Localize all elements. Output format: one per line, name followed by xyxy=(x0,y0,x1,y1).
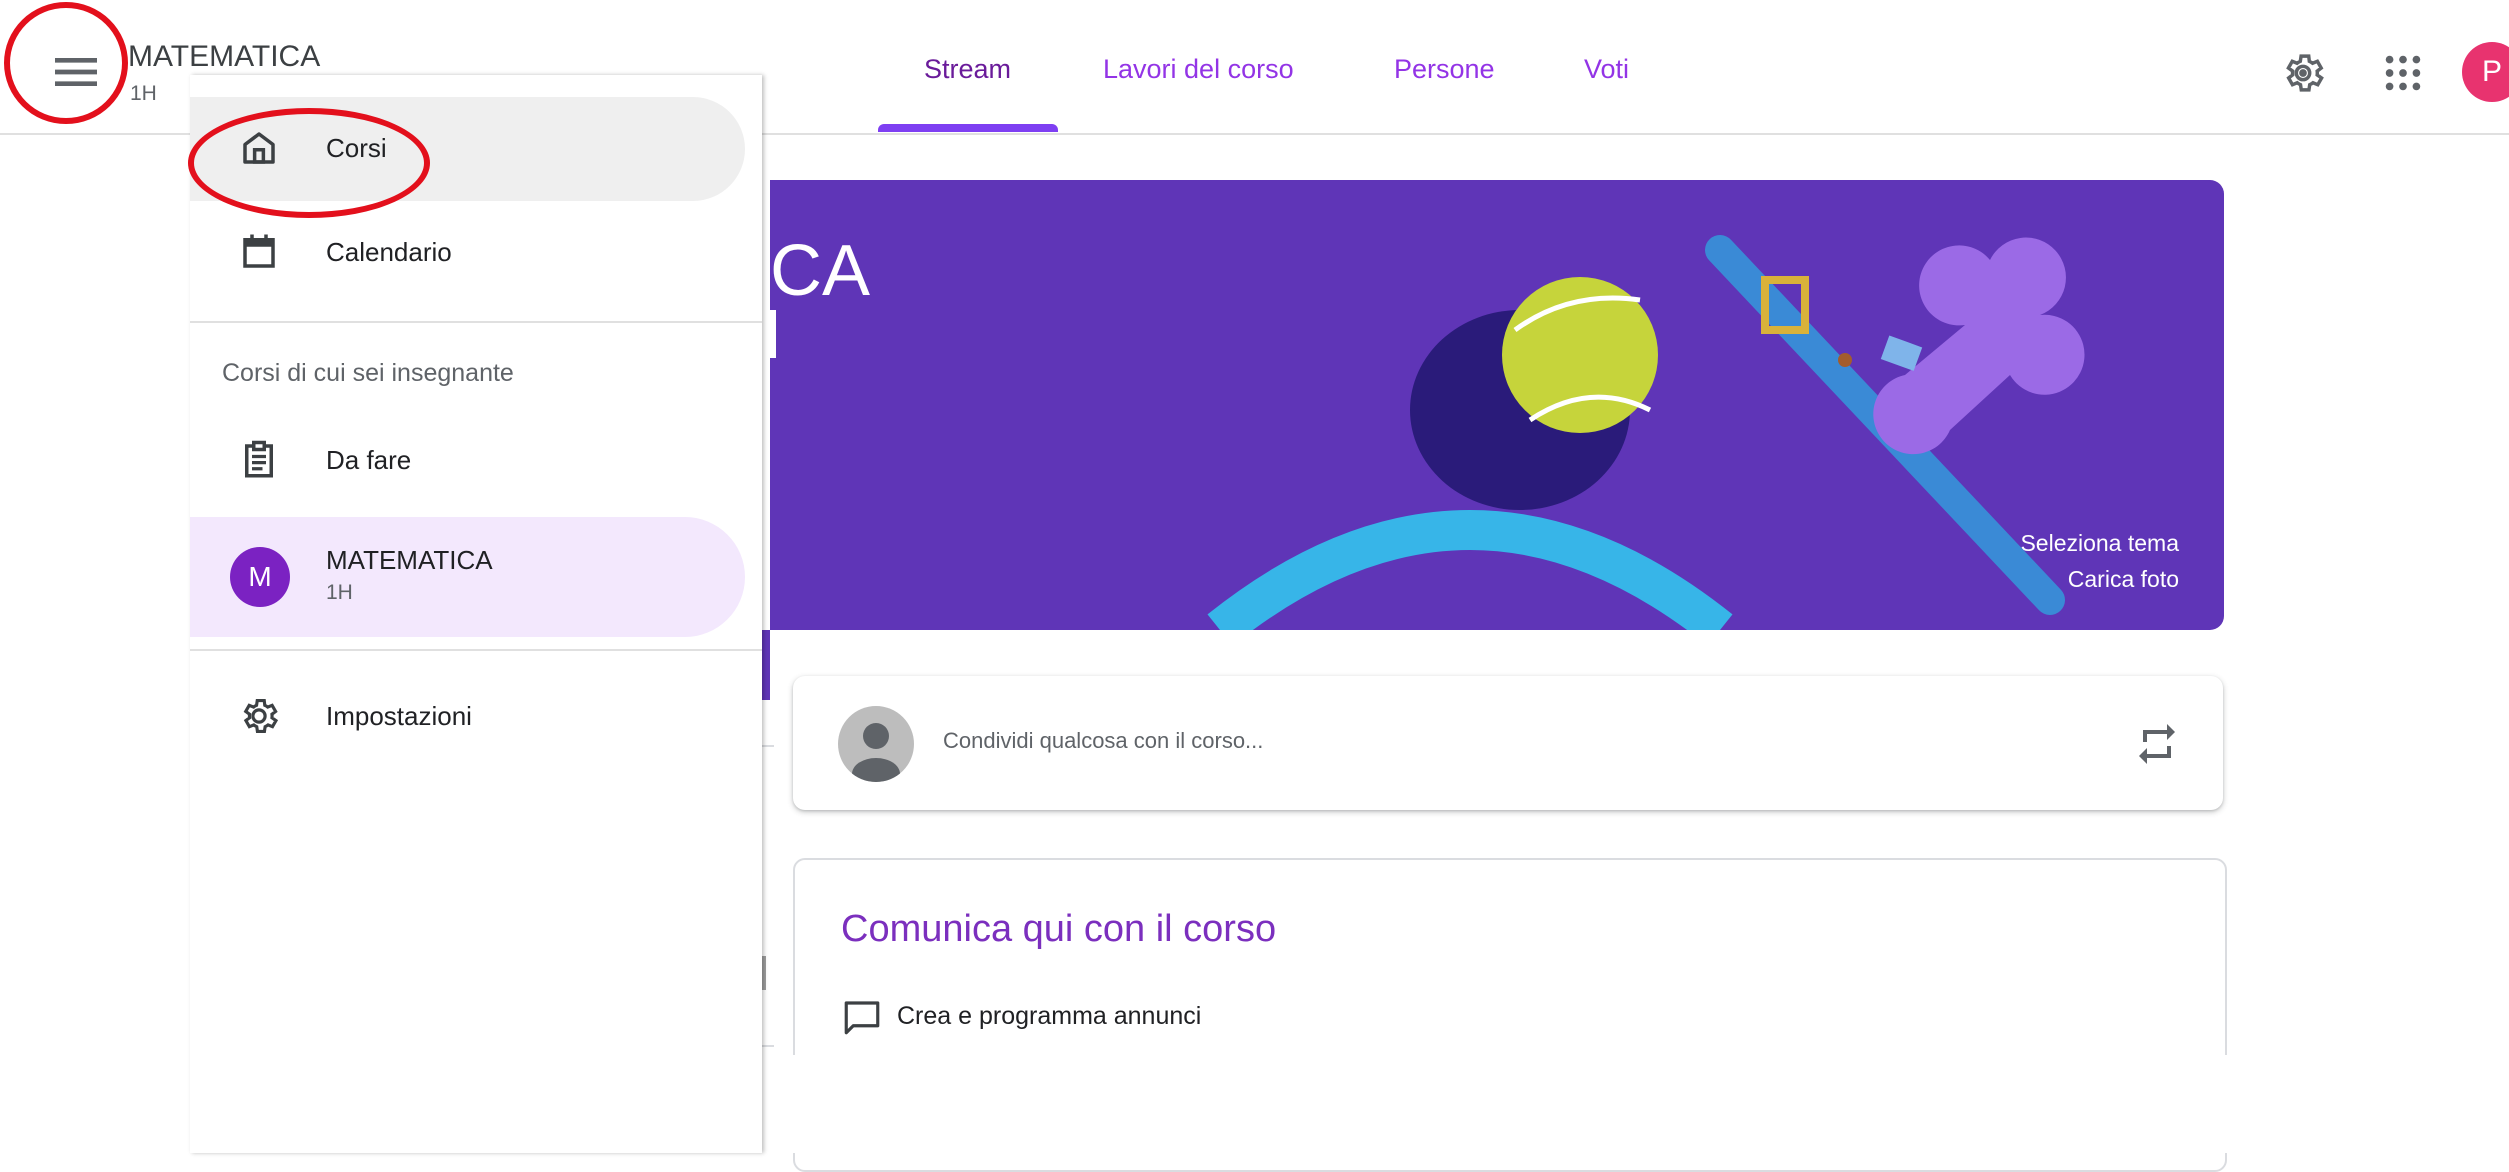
google-apps-button[interactable] xyxy=(2380,50,2426,96)
tab-stream[interactable]: Stream xyxy=(924,54,1011,85)
select-theme-link[interactable]: Seleziona tema xyxy=(2020,530,2179,557)
repost-icon xyxy=(2139,724,2175,764)
user-avatar xyxy=(838,706,914,782)
tab-grades[interactable]: Voti xyxy=(1584,54,1629,85)
drawer-item-settings[interactable]: Impostazioni xyxy=(190,665,745,769)
apps-grid-icon xyxy=(2385,55,2421,91)
class-banner: CA Seleziona tema Carica foto xyxy=(770,180,2224,630)
navigation-drawer: Corsi Calendario Corsi di cui sei insegn… xyxy=(190,75,762,1153)
drawer-item-calendar[interactable]: Calendario xyxy=(190,201,745,305)
drawer-section-title: Corsi di cui sei insegnante xyxy=(222,359,514,387)
tab-people[interactable]: Persone xyxy=(1394,54,1495,85)
gear-icon xyxy=(2286,54,2324,92)
clipboard-icon xyxy=(245,440,273,478)
active-tab-indicator xyxy=(878,124,1058,132)
divider xyxy=(760,745,774,747)
drawer-item-todo[interactable]: Da fare xyxy=(190,409,745,513)
main-menu-button[interactable] xyxy=(48,44,104,100)
home-icon xyxy=(243,132,275,164)
hamburger-menu-icon xyxy=(55,58,97,86)
share-input[interactable]: Condividi qualcosa con il corso... xyxy=(943,728,1263,754)
tab-classwork[interactable]: Lavori del corso xyxy=(1103,54,1294,85)
drawer-item-label: Da fare xyxy=(326,445,412,475)
calendar-icon xyxy=(243,234,275,268)
drawer-class-title: MATEMATICA xyxy=(326,545,493,575)
upload-photo-link[interactable]: Carica foto xyxy=(2068,566,2179,593)
class-avatar: M xyxy=(230,547,290,607)
info-card-title: Comunica qui con il corso xyxy=(841,908,1277,950)
divider xyxy=(760,1045,774,1047)
drawer-item-label: Impostazioni xyxy=(326,701,472,731)
class-section: 1H xyxy=(130,82,157,105)
drawer-class-section: 1H xyxy=(326,581,353,604)
repost-button[interactable] xyxy=(2133,720,2181,768)
comment-icon xyxy=(844,1001,880,1035)
class-settings-button[interactable] xyxy=(2280,50,2326,96)
share-with-class-card[interactable]: Condividi qualcosa con il corso... xyxy=(793,676,2223,810)
drawer-divider xyxy=(190,649,762,651)
drawer-item-label: Corsi xyxy=(326,133,387,163)
person-icon xyxy=(852,723,900,782)
drawer-divider xyxy=(190,321,762,323)
drawer-item-label: Calendario xyxy=(326,237,452,267)
info-row-text: Crea e programma annunci xyxy=(897,1002,1202,1030)
drawer-item-class-matematica[interactable]: M MATEMATICA 1H xyxy=(190,517,745,637)
account-avatar[interactable]: P xyxy=(2462,42,2509,102)
class-title[interactable]: MATEMATICA xyxy=(128,40,320,74)
gear-icon xyxy=(243,699,279,733)
drawer-item-classes[interactable]: Corsi xyxy=(190,97,745,201)
banner-illustration xyxy=(1207,235,2085,630)
